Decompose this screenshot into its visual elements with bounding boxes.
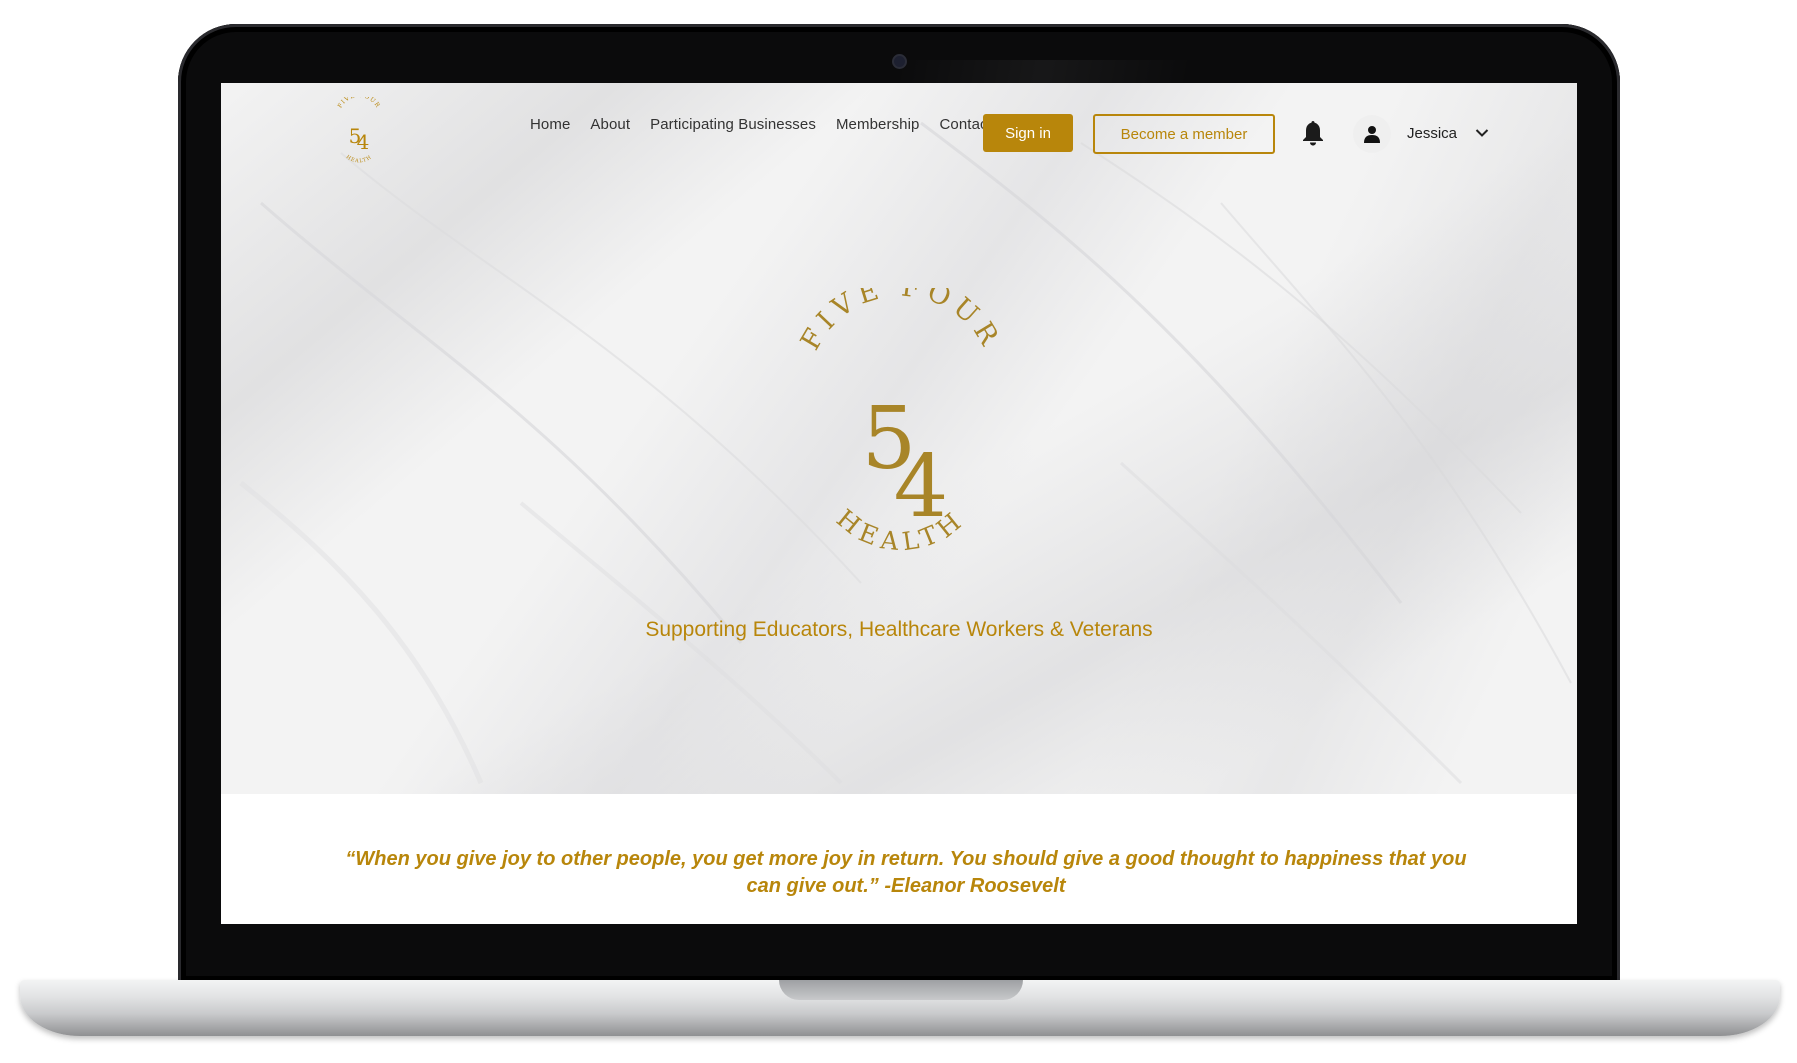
- webcam-icon: [894, 56, 905, 67]
- svg-text:4: 4: [357, 130, 370, 154]
- avatar[interactable]: [1353, 115, 1391, 153]
- user-icon: [1364, 126, 1380, 143]
- nav-about[interactable]: About: [590, 116, 630, 133]
- svg-text:FIVE FOUR: FIVE FOUR: [337, 97, 382, 109]
- main-nav: Home About Participating Businesses Memb…: [530, 116, 1012, 133]
- svg-text:FIVE FOUR: FIVE FOUR: [795, 288, 1007, 355]
- svg-text:HEALTH: HEALTH: [345, 154, 373, 164]
- nav-membership[interactable]: Membership: [836, 116, 920, 133]
- sign-in-button[interactable]: Sign in: [983, 114, 1073, 152]
- nav-participating-businesses[interactable]: Participating Businesses: [650, 116, 816, 133]
- laptop-notch: [779, 980, 1023, 1000]
- logo-small[interactable]: FIVE FOUR 5 4 HEALTH: [333, 97, 385, 167]
- logo-large: FIVE FOUR 5 4 HEALTH: [795, 288, 1007, 557]
- quote-text: “When you give joy to other people, you …: [345, 848, 1467, 897]
- hero-tagline: Supporting Educators, Healthcare Workers…: [645, 618, 1153, 641]
- bell-icon[interactable]: [1301, 119, 1325, 147]
- hero-section: FIVE FOUR 5 4 HEALTH Home About Particip…: [221, 83, 1577, 794]
- browser-viewport: FIVE FOUR 5 4 HEALTH Home About Particip…: [221, 83, 1577, 924]
- user-menu-name[interactable]: Jessica: [1407, 125, 1457, 142]
- become-member-button[interactable]: Become a member: [1093, 114, 1275, 154]
- nav-home[interactable]: Home: [530, 116, 570, 133]
- chevron-down-icon[interactable]: [1475, 128, 1489, 138]
